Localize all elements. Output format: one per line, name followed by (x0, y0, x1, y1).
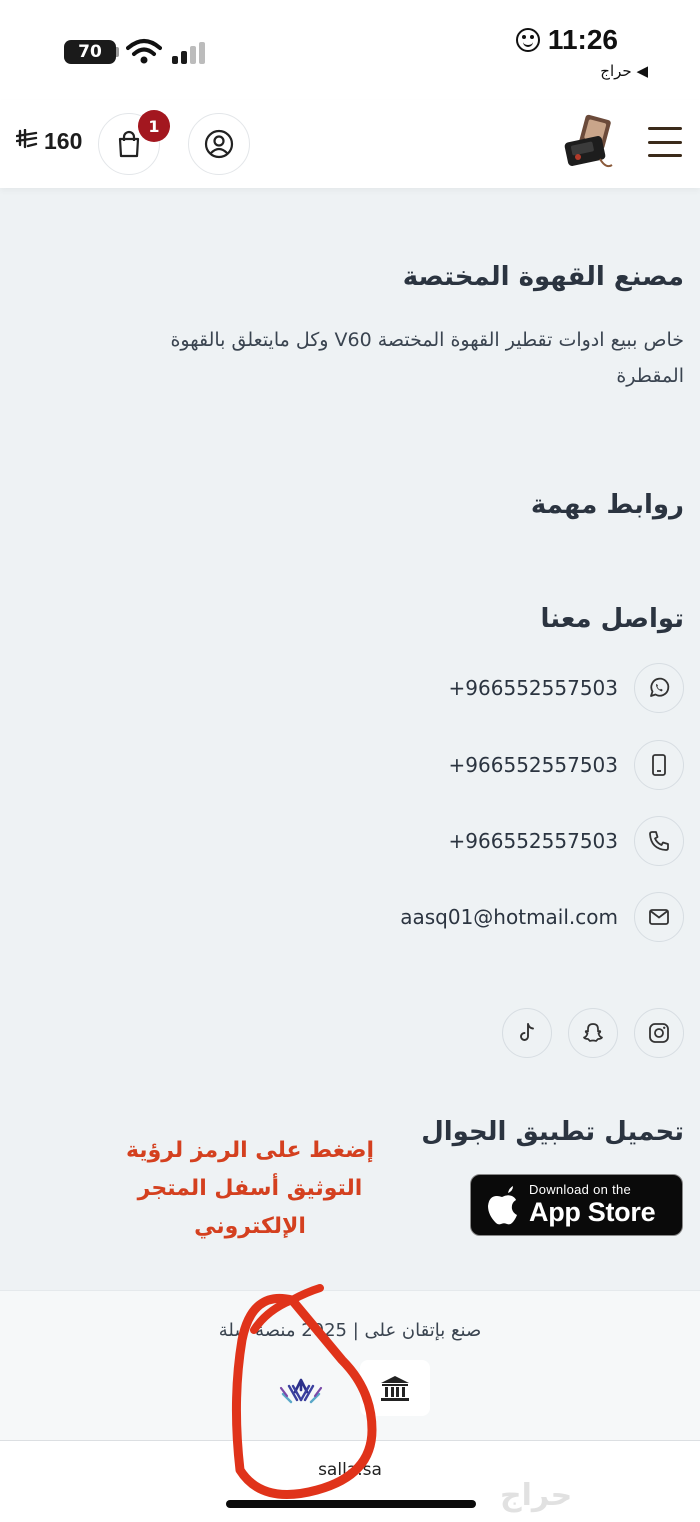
contact-phone[interactable]: +966552557503 (84, 816, 684, 866)
app-store-big-text: App Store (529, 1197, 656, 1227)
focus-emoji-icon (515, 28, 540, 52)
verification-annotation: إضغط على الرمز لرؤية التوثيق أسفل المتجر… (110, 1132, 390, 1246)
store-logo[interactable] (560, 113, 616, 173)
phone-icon (634, 816, 684, 866)
account-button[interactable] (188, 113, 250, 175)
contact-mobile[interactable]: +966552557503 (84, 740, 684, 790)
annotation-line-1: إضغط على الرمز لرؤية (125, 1138, 375, 1163)
cart-total-value: 160 (44, 128, 83, 154)
salla-verification-badge[interactable] (268, 1362, 334, 1422)
apple-icon (488, 1186, 517, 1225)
mobile-icon (634, 740, 684, 790)
watermark: حراج (500, 1478, 573, 1513)
commerce-registry-badge[interactable] (360, 1360, 430, 1416)
app-store-small-text: Download on the (529, 1182, 632, 1197)
user-icon (204, 129, 234, 159)
browser-url[interactable]: salla.sa (0, 1460, 700, 1480)
contact-email[interactable]: aasq01@hotmail.com (84, 892, 684, 942)
government-building-icon (381, 1376, 409, 1401)
email-address[interactable]: aasq01@hotmail.com (400, 905, 618, 929)
tiktok-icon[interactable] (502, 1008, 552, 1058)
status-time: 11:26 (547, 24, 618, 55)
app-download-title: تحميل تطبيق الجوال (421, 1117, 684, 1147)
status-time-group: 11:26 (515, 24, 618, 56)
instagram-icon[interactable] (634, 1008, 684, 1058)
about-title: مصنع القهوة المختصة (402, 262, 684, 292)
annotation-line-2: التوثيق أسفل المتجر (137, 1176, 363, 1201)
phone-number[interactable]: +966552557503 (449, 829, 618, 853)
whatsapp-number[interactable]: +966552557503 (449, 676, 618, 700)
copyright-text: صنع بإتقان على | 2025 منصة سلة (218, 1320, 482, 1341)
riyal-icon (15, 128, 38, 154)
wifi-icon (126, 38, 162, 70)
browser-bottom-bar (0, 1440, 700, 1522)
contact-whatsapp[interactable]: +966552557503 (84, 663, 684, 713)
snapchat-icon[interactable] (568, 1008, 618, 1058)
salla-logo-icon (279, 1378, 323, 1404)
home-indicator[interactable] (226, 1500, 476, 1508)
social-links (502, 1008, 684, 1058)
signal-icon (172, 42, 205, 64)
whatsapp-icon (634, 663, 684, 713)
cart-count-badge: 1 (138, 110, 170, 142)
annotation-line-3: الإلكتروني (194, 1214, 306, 1239)
menu-icon[interactable] (648, 127, 682, 157)
contact-title: تواصل معنا (540, 604, 684, 634)
about-description: خاص ببيع ادوات تقطير القهوة المختصة V60 … (170, 329, 684, 387)
cart-total: 160 (15, 128, 83, 155)
links-title: روابط مهمة (530, 490, 684, 520)
app-store-button[interactable]: Download on the App Store (470, 1174, 683, 1236)
battery-indicator: 70 (64, 40, 116, 64)
mail-icon (634, 892, 684, 942)
mobile-number[interactable]: +966552557503 (449, 753, 618, 777)
back-to-app-link[interactable]: ◀ حراج (600, 62, 648, 80)
battery-tip (116, 47, 119, 57)
store-footer (0, 1290, 700, 1440)
